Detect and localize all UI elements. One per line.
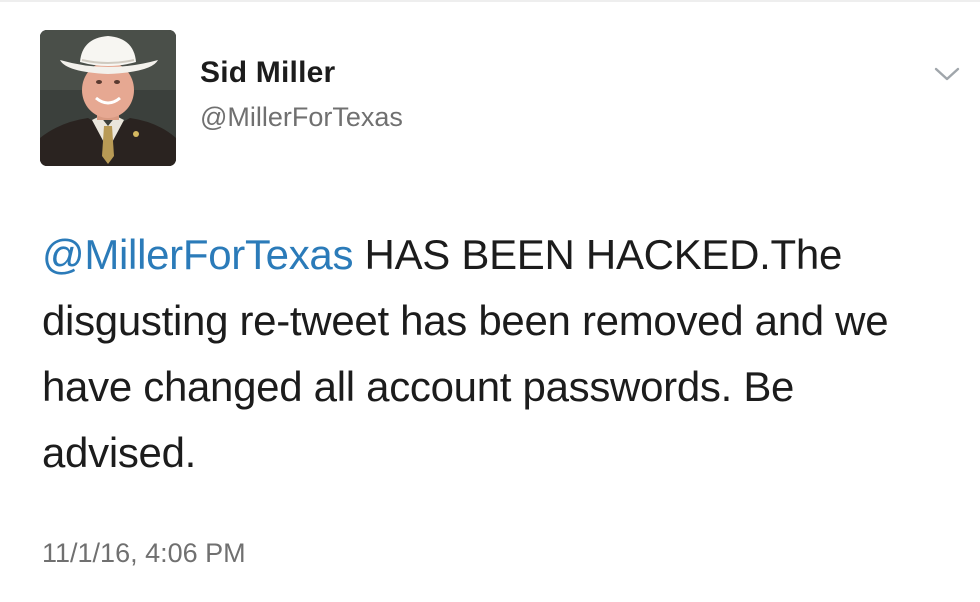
tweet-card: Sid Miller @MillerForTexas @MillerForTex… (0, 0, 980, 602)
tweet-timestamp[interactable]: 11/1/16, 4:06 PM (42, 538, 246, 569)
top-divider (0, 0, 980, 2)
avatar[interactable] (40, 30, 176, 166)
mention-link[interactable]: @MillerForTexas (42, 231, 353, 278)
author-name[interactable]: Sid Miller (200, 56, 335, 90)
tweet-text: @MillerForTexas HAS BEEN HACKED.The disg… (42, 222, 942, 486)
chevron-down-icon (934, 67, 960, 81)
profile-photo-icon (40, 30, 176, 166)
author-handle[interactable]: @MillerForTexas (200, 102, 403, 133)
tweet-menu-button[interactable] (930, 62, 964, 86)
